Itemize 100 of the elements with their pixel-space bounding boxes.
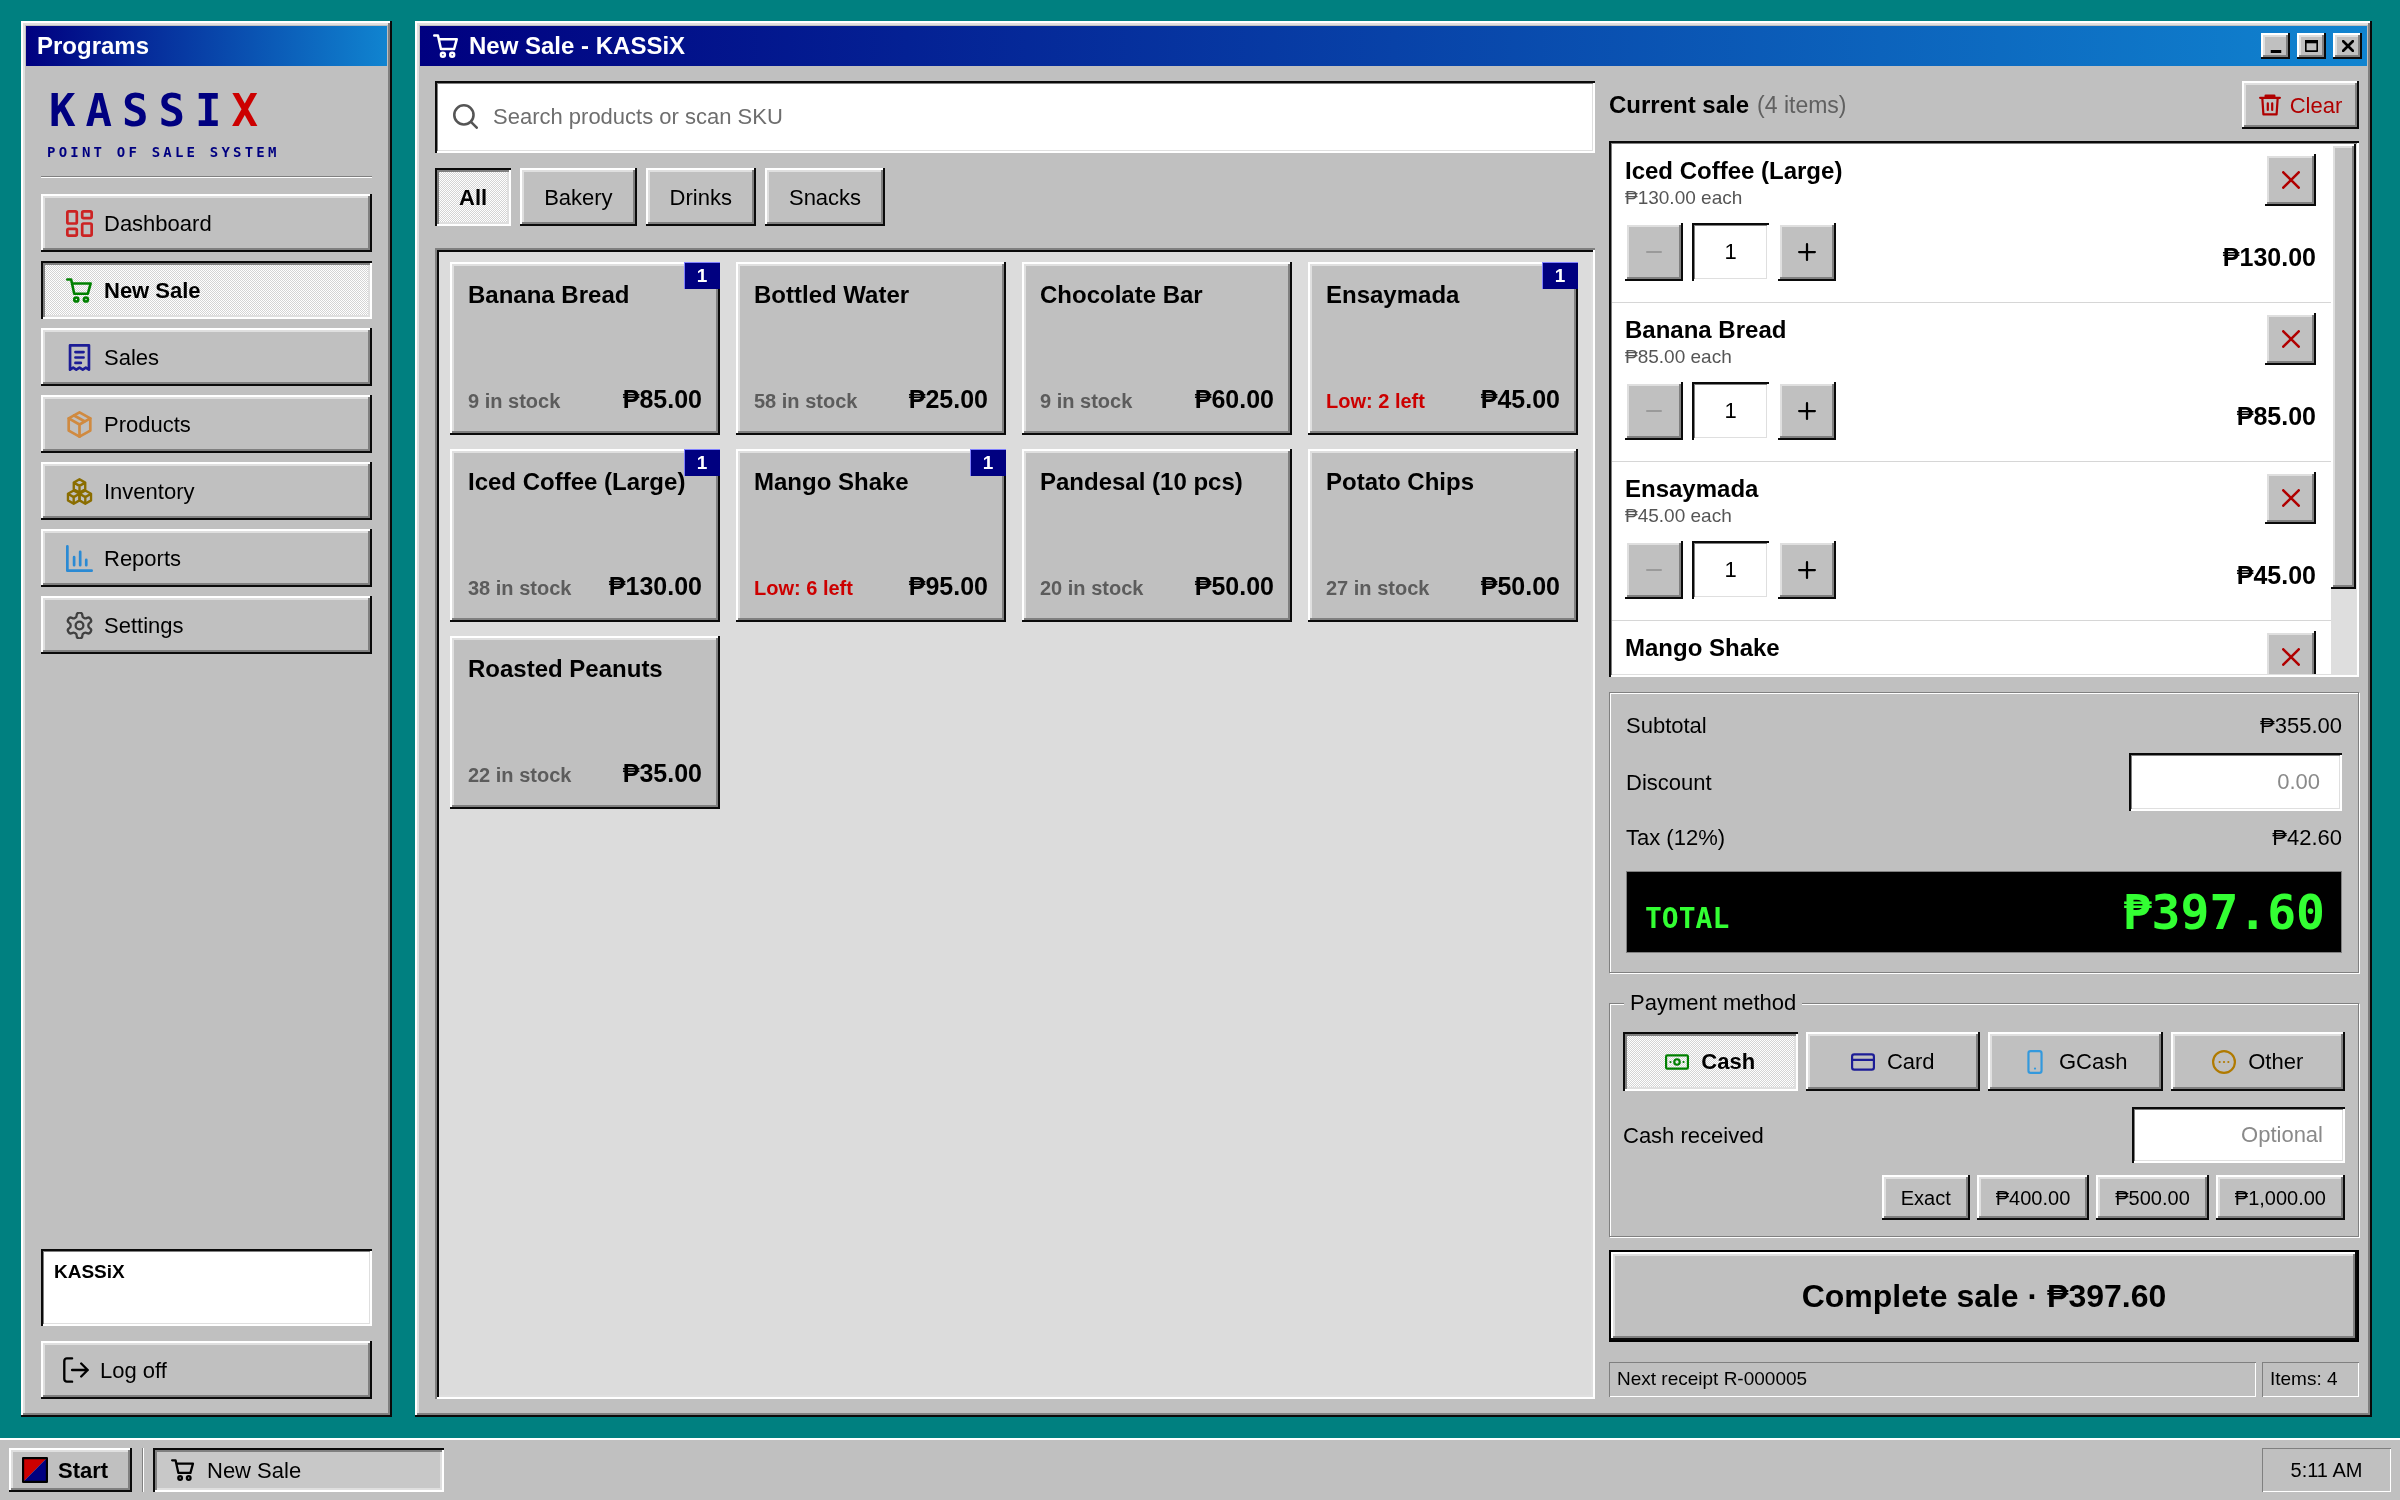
product-card[interactable]: Potato Chips 27 in stock ₱50.00 [1308, 449, 1578, 622]
window-title: New Sale - KASSiX [469, 34, 686, 58]
plus-icon [1798, 243, 1816, 261]
total-amount: ₱397.60 [2122, 888, 2325, 936]
minimize-icon [2269, 50, 2282, 53]
quantity-badge: 1 [970, 449, 1006, 476]
tax-value: ₱42.60 [2272, 823, 2342, 852]
close-icon [2281, 171, 2300, 189]
item-name: Banana Bread [1625, 316, 1787, 344]
product-name: Bottled Water [754, 280, 910, 310]
receipt-icon [66, 343, 93, 371]
product-name: Ensaymada [1326, 280, 1460, 310]
nav-button[interactable]: Dashboard [41, 194, 372, 252]
line-total: ₱130.00 [2222, 242, 2316, 272]
product-card[interactable]: Pandesal (10 pcs) 20 in stock ₱50.00 [1022, 449, 1292, 622]
unit-price: ₱45.00 each [1625, 504, 1732, 528]
remove-button[interactable] [2265, 472, 2316, 524]
product-card[interactable]: Iced Coffee (Large) 38 in stock ₱130.00 1 [450, 449, 720, 622]
price-label: ₱85.00 [622, 384, 702, 414]
remove-button[interactable] [2265, 631, 2316, 674]
payment-method-button[interactable]: Other [2170, 1032, 2345, 1091]
search-icon [453, 104, 478, 129]
plus-icon [1798, 561, 1816, 579]
price-label: ₱35.00 [622, 758, 702, 788]
quantity-field[interactable]: 1 [1692, 382, 1769, 440]
category-tab[interactable]: Drinks [645, 168, 756, 226]
nav-button[interactable]: Inventory [41, 462, 372, 520]
product-card[interactable]: Chocolate Bar 9 in stock ₱60.00 [1022, 262, 1292, 435]
category-tab[interactable]: All [435, 168, 512, 226]
remove-button[interactable] [2265, 154, 2316, 206]
quick-amount-button[interactable]: ₱400.00 [1976, 1175, 2090, 1220]
product-card[interactable]: Mango Shake Low: 6 left ₱95.00 1 [736, 449, 1006, 622]
product-name: Roasted Peanuts [468, 654, 663, 684]
stock-label: Low: 6 left [754, 576, 853, 601]
product-card[interactable]: Roasted Peanuts 22 in stock ₱35.00 [450, 636, 720, 809]
complete-sale-button[interactable]: Complete sale · ₱397.60 [1609, 1250, 2359, 1342]
bar-chart-icon [66, 544, 93, 572]
price-label: ₱50.00 [1194, 571, 1274, 601]
minus-icon [1645, 250, 1663, 254]
stock-label: Low: 2 left [1326, 389, 1425, 414]
log-out-icon [63, 1357, 89, 1383]
line-total: ₱85.00 [2236, 401, 2316, 431]
box-icon [66, 410, 93, 438]
status-bar-field: Next receipt R-000005 [1609, 1362, 2256, 1397]
category-tab[interactable]: Snacks [764, 168, 886, 226]
scrollbar-thumb[interactable] [2331, 144, 2356, 589]
quick-amount-button[interactable]: ₱1,000.00 [2215, 1175, 2345, 1220]
category-tab[interactable]: Bakery [520, 168, 637, 226]
window-title: Programs [37, 34, 150, 58]
line-total: ₱45.00 [2236, 560, 2316, 590]
start-logo-icon [22, 1457, 48, 1483]
item-count: (4 items) [1757, 91, 1847, 120]
discount-field[interactable]: 0.00 [2129, 753, 2342, 811]
task-button[interactable]: New Sale [153, 1448, 444, 1492]
payment-method-button[interactable]: GCash [1988, 1032, 2163, 1091]
cart-icon [171, 1459, 195, 1481]
nav-button[interactable]: Reports [41, 529, 372, 587]
price-label: ₱45.00 [1480, 384, 1560, 414]
stock-label: 20 in stock [1040, 576, 1144, 601]
status-bar-field: Items: 4 [2262, 1362, 2359, 1397]
product-card[interactable]: Banana Bread 9 in stock ₱85.00 1 [450, 262, 720, 435]
stock-label: 22 in stock [468, 763, 572, 788]
product-name: Pandesal (10 pcs) [1040, 467, 1243, 497]
quick-amount-button[interactable]: ₱500.00 [2096, 1175, 2209, 1220]
remove-button[interactable] [2265, 313, 2316, 365]
close-button[interactable] [2333, 33, 2362, 59]
increase-button[interactable] [1778, 382, 1836, 440]
quantity-field[interactable]: 1 [1692, 541, 1769, 599]
product-card[interactable]: Bottled Water 58 in stock ₱25.00 [736, 262, 1006, 435]
trash-icon [2258, 93, 2281, 117]
payment-method-button[interactable]: Card [1805, 1032, 1980, 1091]
increase-button[interactable] [1778, 541, 1836, 599]
maximize-button[interactable] [2297, 33, 2326, 59]
quantity-badge: 1 [684, 262, 720, 289]
nav-button[interactable]: New Sale [41, 261, 372, 319]
stock-label: 9 in stock [1040, 389, 1133, 414]
nav-button[interactable]: Settings [41, 596, 372, 654]
quantity-field[interactable]: 1 [1692, 223, 1769, 281]
payment-method-button[interactable]: Cash [1623, 1032, 1798, 1091]
plus-icon [1798, 402, 1816, 420]
clear-button[interactable]: Clear [2242, 81, 2359, 129]
nav-button[interactable]: Sales [41, 328, 372, 386]
tax-label: Tax (12%) [1626, 823, 1726, 852]
search-field[interactable]: Search products or scan SKU [435, 81, 1595, 153]
increase-button[interactable] [1778, 223, 1836, 281]
log-off-button[interactable]: Log off [41, 1341, 372, 1399]
subtotal-value: ₱355.00 [2260, 711, 2342, 740]
product-card[interactable]: Ensaymada Low: 2 left ₱45.00 1 [1308, 262, 1578, 435]
tagline: POINT OF SALE SYSTEM [47, 145, 280, 159]
close-icon [2281, 330, 2300, 348]
dashboard-icon [66, 209, 93, 237]
minimize-button[interactable] [2261, 33, 2290, 59]
close-icon [2281, 489, 2300, 507]
total-label: TOTAL [1645, 905, 1730, 933]
cash-received-field[interactable]: Optional [2132, 1107, 2345, 1163]
start-button[interactable]: Start [9, 1448, 132, 1492]
cubes-icon [66, 477, 93, 505]
quick-amount-button[interactable]: Exact [1881, 1175, 1970, 1220]
unit-price: ₱85.00 each [1625, 345, 1732, 369]
nav-button[interactable]: Products [41, 395, 372, 453]
